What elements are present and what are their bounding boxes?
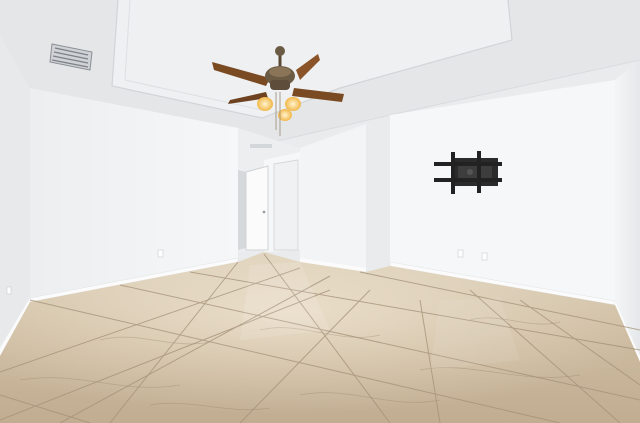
room-photo	[0, 0, 640, 423]
